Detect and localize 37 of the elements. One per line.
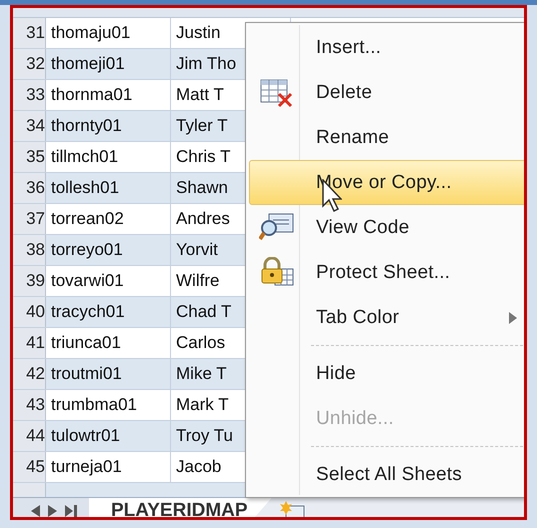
row-number: 36 (13, 173, 46, 203)
row-number: 40 (13, 297, 46, 327)
row-number: 39 (13, 266, 46, 296)
table-cell: tovarwi01 (46, 266, 171, 296)
previous-sheet-icon[interactable] (31, 504, 40, 516)
row-number: 31 (13, 18, 46, 48)
row-number: 45 (13, 452, 46, 482)
table-cell: thornma01 (46, 80, 171, 110)
row-number: 43 (13, 390, 46, 420)
next-sheet-icon[interactable] (48, 504, 57, 516)
row-number: 42 (13, 359, 46, 389)
table-cell: tollesh01 (46, 173, 171, 203)
insert-sheet-icon[interactable] (280, 500, 306, 517)
table-cell: tulowtr01 (46, 421, 171, 451)
row-number: 32 (13, 49, 46, 79)
row-number: 35 (13, 142, 46, 172)
row-number: 44 (13, 421, 46, 451)
table-cell: torreyo01 (46, 235, 171, 265)
table-cell: thomaju01 (46, 18, 171, 48)
delete-sheet-icon (259, 78, 295, 108)
row-number: 37 (13, 204, 46, 234)
row-number: 34 (13, 111, 46, 141)
last-sheet-icon[interactable] (65, 504, 77, 516)
table-cell: turneja01 (46, 452, 171, 482)
sheet-tab[interactable]: PLAYERIDMAP (89, 498, 272, 517)
row-number: 33 (13, 80, 46, 110)
table-cell: triunca01 (46, 328, 171, 358)
table-cell: torrean02 (46, 204, 171, 234)
table-cell: thomeji01 (46, 49, 171, 79)
table-cell: thornty01 (46, 111, 171, 141)
table-cell: tracych01 (46, 297, 171, 327)
row-number: 41 (13, 328, 46, 358)
row-number: 38 (13, 235, 46, 265)
table-cell: troutmi01 (46, 359, 171, 389)
lock-sheet-icon (259, 256, 295, 288)
table-cell: tillmch01 (46, 142, 171, 172)
table-cell: trumbma01 (46, 390, 171, 420)
